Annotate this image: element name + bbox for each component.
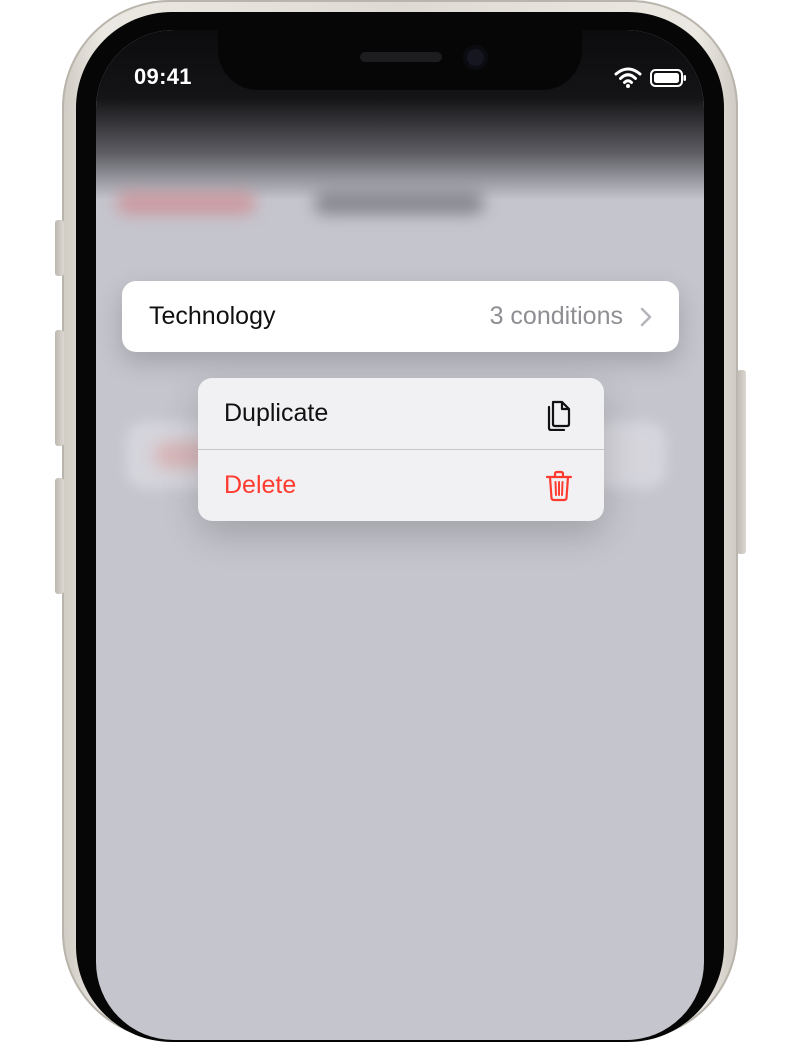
focused-list-row[interactable]: Technology 3 conditions [122,281,679,352]
volume-down-button [55,478,64,594]
status-time: 09:41 [134,64,192,89]
menu-item-label: Duplicate [224,399,329,427]
silent-switch [55,220,64,276]
wifi-icon [614,67,642,88]
menu-item-label: Delete [224,471,297,499]
blurred-nav-title [314,192,484,214]
menu-item-delete[interactable]: Delete [198,450,604,521]
row-title: Technology [149,302,276,330]
screen [96,30,704,1040]
row-detail: 3 conditions [489,302,623,330]
duplicate-document-icon [547,400,571,431]
trash-icon [545,470,573,501]
side-button [737,370,746,554]
earpiece-speaker [360,52,442,62]
volume-up-button [55,330,64,446]
notch [218,12,582,90]
battery-icon [650,69,686,87]
blurred-back-button [116,192,256,214]
context-menu: Duplicate Delete [198,378,604,521]
chevron-right-icon [640,307,652,326]
front-camera [463,45,488,70]
menu-item-duplicate[interactable]: Duplicate [198,378,604,449]
status-icons [614,67,686,88]
